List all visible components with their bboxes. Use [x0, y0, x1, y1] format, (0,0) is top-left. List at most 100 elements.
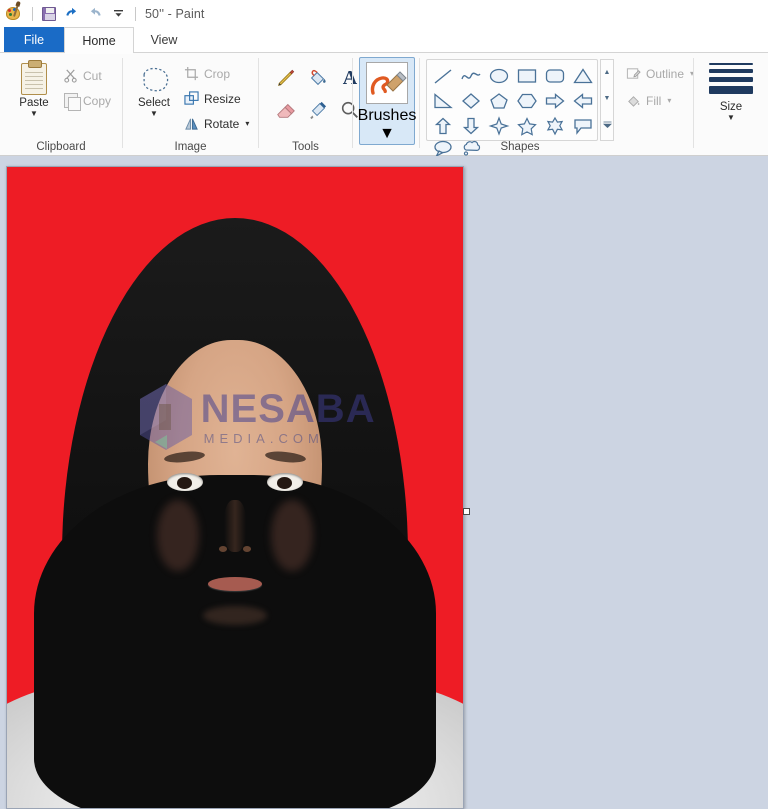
copy-label: Copy: [83, 93, 112, 108]
shapes-group-label: Shapes: [500, 141, 540, 153]
ribbon-tabs: File Home View: [0, 27, 768, 54]
eraser-tool-icon[interactable]: [271, 95, 301, 125]
canvas-resize-handle-right[interactable]: [463, 508, 470, 515]
clipboard-icon: [21, 59, 47, 95]
image-canvas[interactable]: NESABA MEDIA.COM: [6, 166, 464, 809]
brushes-label: Brushes: [357, 107, 417, 124]
tab-home-label: Home: [82, 33, 116, 48]
oval-shape[interactable]: [485, 63, 513, 88]
photo-cheek-left: [157, 500, 199, 571]
select-label: Select: [138, 97, 170, 109]
image-group-label: Image: [174, 141, 207, 153]
fill-with-color-tool-icon[interactable]: [303, 63, 333, 93]
right-arrow-shape[interactable]: [541, 88, 569, 113]
ribbon-group-tools: A Tools: [259, 53, 358, 156]
line-shape[interactable]: [429, 63, 457, 88]
copy-button[interactable]: Copy: [62, 92, 112, 111]
title-bar: 50'' - Paint: [0, 0, 768, 27]
fill-icon: [625, 92, 642, 109]
customize-quick-access-icon[interactable]: [107, 4, 129, 24]
undo-icon[interactable]: [61, 4, 83, 24]
qat-divider-2: [135, 6, 136, 21]
size-thickness-icon: [709, 63, 753, 94]
left-arrow-shape[interactable]: [569, 88, 597, 113]
photo-content: [7, 167, 463, 808]
shapes-more-icon[interactable]: [602, 121, 612, 131]
select-dropdown-arrow[interactable]: ▼: [150, 110, 158, 118]
photo-pupil-right: [276, 476, 293, 489]
resize-label: Resize: [204, 91, 241, 106]
paste-label: Paste: [19, 97, 49, 109]
outline-label: Outline: [646, 66, 685, 81]
photo-cheek-right: [271, 500, 313, 571]
tab-view-label: View: [150, 33, 178, 47]
rectangle-shape[interactable]: [513, 63, 541, 88]
paste-dropdown-arrow[interactable]: ▼: [30, 110, 38, 118]
color-picker-tool-icon[interactable]: [303, 95, 333, 125]
ribbon-group-shapes: ▲ ▼ Outline ▾: [420, 53, 694, 158]
cut-label: Cut: [83, 68, 102, 83]
shapes-scrollbar[interactable]: ▲ ▼: [600, 59, 614, 141]
right-triangle-shape[interactable]: [429, 88, 457, 113]
photo-nose: [223, 500, 247, 552]
ribbon-group-image: Select ▼ Crop Resize Rotate ▾ Image: [123, 53, 258, 156]
paste-button[interactable]: Paste ▼: [8, 59, 60, 118]
brushes-dropdown-arrow[interactable]: ▼: [379, 125, 395, 143]
diamond-shape[interactable]: [457, 88, 485, 113]
copy-icon: [62, 92, 81, 111]
shapes-scroll-up-icon[interactable]: ▲: [604, 69, 611, 77]
size-dropdown-arrow[interactable]: ▼: [727, 113, 735, 121]
canvas-workspace[interactable]: NESABA MEDIA.COM: [0, 156, 768, 809]
shapes-scroll-down-icon[interactable]: ▼: [604, 95, 611, 103]
ribbon-group-brushes: Brushes ▼: [353, 53, 417, 156]
tab-home[interactable]: Home: [64, 27, 134, 54]
free-form-selection-icon: [136, 59, 172, 95]
brushes-button[interactable]: Brushes ▼: [357, 57, 417, 145]
outline-icon: [625, 65, 642, 82]
rounded-rectangle-shape[interactable]: [541, 63, 569, 88]
size-label: Size: [719, 100, 743, 113]
curve-shape[interactable]: [457, 63, 485, 88]
pentagon-shape[interactable]: [485, 88, 513, 113]
resize-button[interactable]: Resize: [183, 90, 241, 107]
tab-view[interactable]: View: [134, 27, 194, 53]
crop-label: Crop: [204, 66, 231, 81]
paint-app-icon[interactable]: [4, 4, 26, 24]
brushes-icon: [366, 62, 408, 104]
four-point-star-shape[interactable]: [485, 113, 513, 138]
ribbon-group-clipboard: Paste ▼ Cut Copy Clipboard: [0, 53, 122, 156]
hexagon-shape[interactable]: [513, 88, 541, 113]
cut-button[interactable]: Cut: [62, 67, 102, 84]
tab-file-label: File: [23, 33, 45, 47]
down-arrow-shape[interactable]: [457, 113, 485, 138]
triangle-shape[interactable]: [569, 63, 597, 88]
tools-grid: A: [271, 63, 365, 125]
rotate-dropdown-arrow[interactable]: ▾: [245, 119, 249, 128]
fill-dropdown-arrow[interactable]: ▾: [667, 96, 671, 105]
photo-nostril-right: [242, 546, 251, 553]
fill-label: Fill: [646, 93, 662, 108]
tools-group-label: Tools: [292, 141, 319, 153]
five-point-star-shape[interactable]: [513, 113, 541, 138]
select-button[interactable]: Select ▼: [128, 59, 180, 118]
resize-icon: [183, 90, 200, 107]
redo-icon[interactable]: [84, 4, 106, 24]
rotate-label: Rotate: [204, 116, 240, 131]
up-arrow-shape[interactable]: [429, 113, 457, 138]
six-point-star-shape[interactable]: [541, 113, 569, 138]
save-icon[interactable]: [38, 4, 60, 24]
outline-button[interactable]: Outline ▾: [625, 65, 694, 82]
shapes-gallery: [426, 59, 598, 158]
crop-icon: [183, 65, 200, 82]
rotate-button[interactable]: Rotate ▾: [183, 115, 249, 132]
qat-divider-1: [32, 6, 33, 21]
photo-pupil-left: [176, 476, 193, 489]
fill-button[interactable]: Fill ▾: [625, 92, 671, 109]
rounded-rectangular-callout-shape[interactable]: [569, 113, 597, 138]
tab-file[interactable]: File: [4, 27, 64, 53]
size-button[interactable]: Size ▼: [706, 57, 756, 121]
clipboard-group-label: Clipboard: [36, 141, 86, 153]
crop-button[interactable]: Crop: [183, 65, 230, 82]
pencil-tool-icon[interactable]: [271, 63, 301, 93]
rotate-icon: [183, 115, 200, 132]
